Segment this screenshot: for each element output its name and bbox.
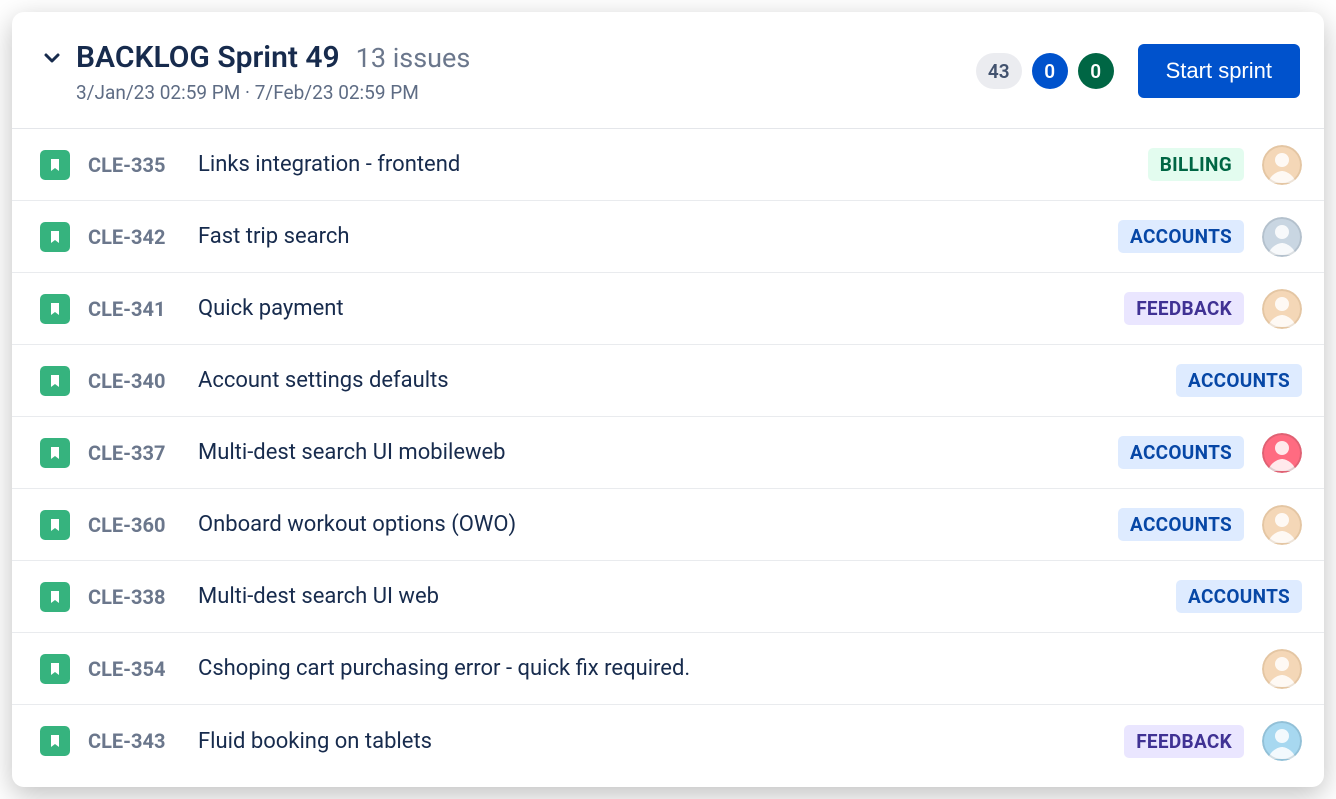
assignee-avatar[interactable] xyxy=(1262,217,1302,257)
story-icon xyxy=(40,366,70,396)
story-icon xyxy=(40,222,70,252)
epic-tag[interactable]: BILLING xyxy=(1148,148,1244,181)
story-icon xyxy=(40,726,70,756)
assignee-avatar[interactable] xyxy=(1262,289,1302,329)
issue-row[interactable]: CLE-341 Quick payment FEEDBACK xyxy=(12,273,1324,345)
issue-key[interactable]: CLE-340 xyxy=(88,369,180,393)
issue-row[interactable]: CLE-335 Links integration - frontend BILLI… xyxy=(12,129,1324,201)
story-icon xyxy=(40,510,70,540)
issue-key[interactable]: CLE-343 xyxy=(88,729,180,753)
issue-key[interactable]: CLE-360 xyxy=(88,513,180,537)
issue-row[interactable]: CLE-340 Account settings defaults ACCOUNTS xyxy=(12,345,1324,417)
issue-title[interactable]: Multi-dest search UI mobileweb xyxy=(198,440,1100,465)
assignee-avatar[interactable] xyxy=(1262,721,1302,761)
issue-key[interactable]: CLE-354 xyxy=(88,657,180,681)
issue-row[interactable]: CLE-354 Cshoping cart purchasing error - … xyxy=(12,633,1324,705)
issue-title[interactable]: Onboard workout options (OWO) xyxy=(198,512,1100,537)
issue-title[interactable]: Quick payment xyxy=(198,296,1106,321)
issue-title[interactable]: Fluid booking on tablets xyxy=(198,729,1106,754)
epic-tag[interactable]: ACCOUNTS xyxy=(1118,508,1244,541)
assignee-avatar[interactable] xyxy=(1262,505,1302,545)
assignee-avatar[interactable] xyxy=(1262,145,1302,185)
sprint-date-range: 3/Jan/23 02:59 PM · 7/Feb/23 02:59 PM xyxy=(76,81,470,104)
title-block: BACKLOG Sprint 49 13 issues 3/Jan/23 02:… xyxy=(76,40,470,104)
issue-key[interactable]: CLE-341 xyxy=(88,297,180,321)
issue-title[interactable]: Multi-dest search UI web xyxy=(198,584,1158,609)
story-icon xyxy=(40,150,70,180)
issue-row[interactable]: CLE-338 Multi-dest search UI web ACCOUNTS xyxy=(12,561,1324,633)
header-right: 43 0 0 Start sprint xyxy=(976,44,1300,98)
epic-tag[interactable]: FEEDBACK xyxy=(1124,725,1244,758)
story-icon xyxy=(40,438,70,468)
issue-title[interactable]: Account settings defaults xyxy=(198,368,1158,393)
issue-key[interactable]: CLE-338 xyxy=(88,585,180,609)
issue-title[interactable]: Fast trip search xyxy=(198,224,1100,249)
issue-title[interactable]: Cshoping cart purchasing error - quick f… xyxy=(198,656,1244,681)
issue-key[interactable]: CLE-335 xyxy=(88,153,180,177)
chevron-down-icon[interactable] xyxy=(42,48,62,68)
sprint-panel: BACKLOG Sprint 49 13 issues 3/Jan/23 02:… xyxy=(12,12,1324,787)
assignee-avatar[interactable] xyxy=(1262,649,1302,689)
header-left: BACKLOG Sprint 49 13 issues 3/Jan/23 02:… xyxy=(42,40,470,104)
epic-tag[interactable]: ACCOUNTS xyxy=(1118,220,1244,253)
issue-title[interactable]: Links integration - frontend xyxy=(198,152,1130,177)
issue-key[interactable]: CLE-342 xyxy=(88,225,180,249)
issue-row[interactable]: CLE-360 Onboard workout options (OWO) ACCO… xyxy=(12,489,1324,561)
count-pill-todo[interactable]: 43 xyxy=(976,53,1022,89)
issue-row[interactable]: CLE-342 Fast trip search ACCOUNTS xyxy=(12,201,1324,273)
epic-tag[interactable]: ACCOUNTS xyxy=(1176,364,1302,397)
sprint-header: BACKLOG Sprint 49 13 issues 3/Jan/23 02:… xyxy=(12,12,1324,128)
start-sprint-button[interactable]: Start sprint xyxy=(1138,44,1300,98)
issue-row[interactable]: CLE-337 Multi-dest search UI mobileweb ACC… xyxy=(12,417,1324,489)
epic-tag[interactable]: FEEDBACK xyxy=(1124,292,1244,325)
story-icon xyxy=(40,654,70,684)
assignee-avatar[interactable] xyxy=(1262,433,1302,473)
epic-tag[interactable]: ACCOUNTS xyxy=(1118,436,1244,469)
story-icon xyxy=(40,582,70,612)
epic-tag[interactable]: ACCOUNTS xyxy=(1176,580,1302,613)
count-pill-inprogress[interactable]: 0 xyxy=(1032,53,1068,89)
issue-key[interactable]: CLE-337 xyxy=(88,441,180,465)
count-pill-done[interactable]: 0 xyxy=(1078,53,1114,89)
issue-list: CLE-335 Links integration - frontend BILLI… xyxy=(12,128,1324,787)
issue-row[interactable]: CLE-343 Fluid booking on tablets FEEDBACK xyxy=(12,705,1324,777)
sprint-title[interactable]: BACKLOG Sprint 49 xyxy=(76,40,340,75)
story-icon xyxy=(40,294,70,324)
issue-count: 13 issues xyxy=(356,42,471,74)
